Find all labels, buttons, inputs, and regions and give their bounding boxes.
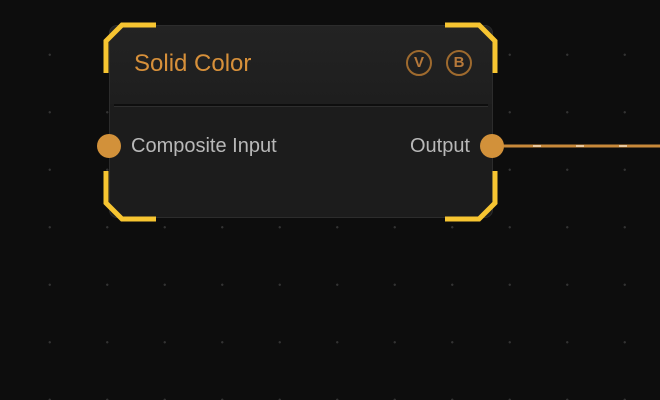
output-port[interactable] [480, 134, 504, 158]
selection-corner-top-right [445, 22, 498, 73]
selection-corner-bottom-right [445, 171, 498, 222]
composite-input-label: Composite Input [131, 135, 277, 157]
selection-corner-bottom-left [103, 171, 156, 222]
header-divider [114, 104, 488, 107]
node-graph-canvas[interactable]: Solid Color V B Composite Input Output [0, 0, 660, 400]
solid-color-node[interactable]: Solid Color V B Composite Input Output [109, 25, 493, 218]
visibility-badge-icon[interactable]: V [406, 50, 432, 76]
composite-input-port[interactable] [97, 134, 121, 158]
selection-corner-top-left [103, 22, 156, 73]
node-header[interactable]: Solid Color V B [110, 26, 492, 104]
output-label: Output [409, 135, 470, 157]
